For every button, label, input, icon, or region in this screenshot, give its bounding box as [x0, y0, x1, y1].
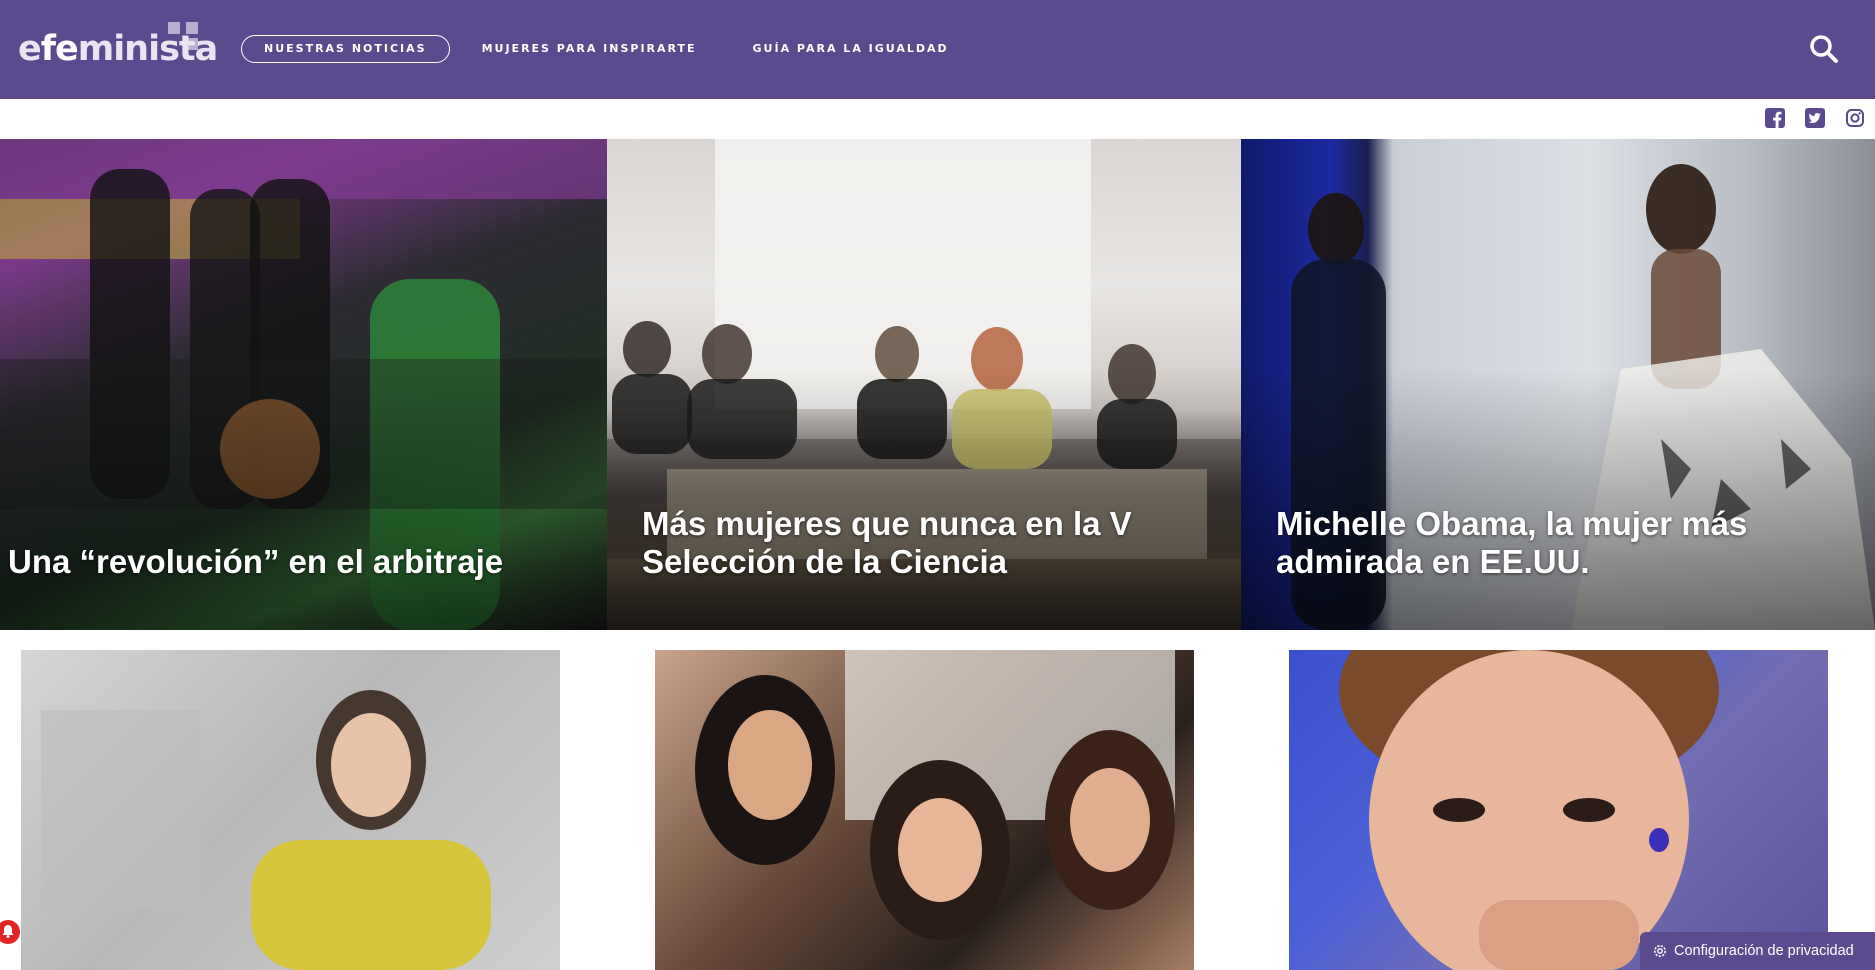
nav-item-nuestras-noticias[interactable]: NUESTRAS NOTICIAS	[241, 35, 450, 63]
instagram-icon	[1846, 109, 1864, 127]
twitter-link[interactable]	[1805, 108, 1827, 130]
nav-item-guia-para-la-igualdad[interactable]: GUÍA PARA LA IGUALDAD	[731, 35, 971, 63]
search-icon	[1810, 35, 1838, 63]
hero-title: Más mujeres que nunca en la V Selección …	[642, 505, 1132, 580]
hero-title: Una “revolución” en el arbitraje	[8, 543, 504, 580]
privacy-settings-button[interactable]: Configuración de privacidad	[1640, 932, 1875, 970]
bell-icon	[0, 920, 20, 944]
three-women-portrait-photo	[695, 650, 1175, 940]
hero-overlay	[1241, 370, 1875, 630]
woman-in-yellow-top-photo	[21, 650, 560, 970]
site-logo[interactable]: efeminista	[18, 22, 218, 72]
hero-article-ciencia[interactable]: Más mujeres que nunca en la V Selección …	[607, 139, 1241, 630]
hero-title: Michelle Obama, la mujer más admirada en…	[1276, 505, 1748, 580]
article-card[interactable]	[655, 650, 1194, 970]
facebook-icon	[1765, 108, 1785, 128]
hero-article-obama[interactable]: Michelle Obama, la mujer más admirada en…	[1241, 139, 1875, 630]
gear-icon	[1654, 945, 1666, 957]
nav-item-mujeres-para-inspirarte[interactable]: MUJERES PARA INSPIRARTE	[460, 35, 719, 63]
search-button[interactable]	[1808, 33, 1840, 65]
article-card[interactable]	[1289, 650, 1828, 970]
notification-button[interactable]	[0, 918, 22, 946]
main-nav: NUESTRAS NOTICIAS MUJERES PARA INSPIRART…	[241, 35, 971, 63]
hero-overlay	[607, 370, 1241, 630]
privacy-settings-label: Configuración de privacidad	[1674, 943, 1854, 959]
hero-overlay	[0, 370, 607, 630]
facebook-link[interactable]	[1765, 108, 1787, 130]
woman-hand-on-chin-photo	[1289, 650, 1828, 970]
hero-article-arbitraje[interactable]: Una “revolución” en el arbitraje	[0, 139, 607, 630]
site-header: efeminista NUESTRAS NOTICIAS MUJERES PAR…	[0, 0, 1875, 99]
article-card[interactable]	[21, 650, 560, 970]
logo-wordmark: efeminista	[18, 29, 218, 69]
instagram-link[interactable]	[1845, 108, 1867, 130]
twitter-icon	[1805, 108, 1825, 128]
